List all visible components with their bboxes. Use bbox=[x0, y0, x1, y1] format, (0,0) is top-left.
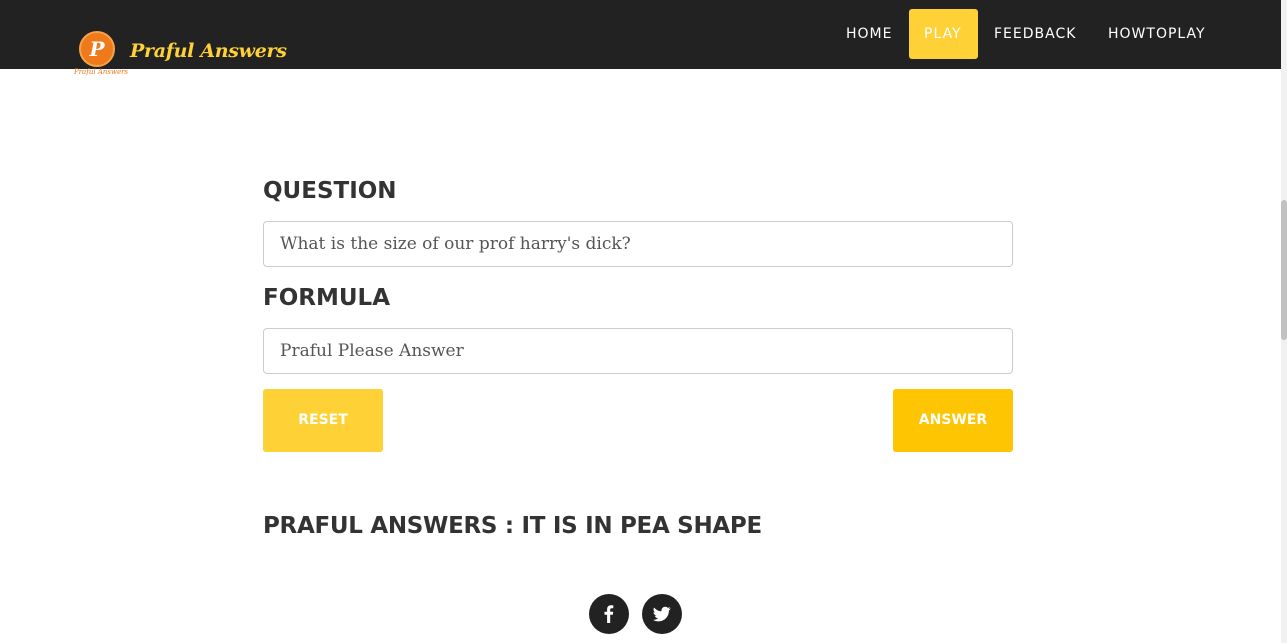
twitter-icon bbox=[653, 606, 671, 622]
question-label: QUESTION bbox=[263, 178, 397, 204]
formula-label: FORMULA bbox=[263, 285, 390, 311]
twitter-button[interactable] bbox=[642, 594, 682, 634]
brand-logo[interactable]: P Praful Answers Praful Answers bbox=[74, 28, 287, 80]
nav-play[interactable]: PLAY bbox=[909, 9, 978, 59]
nav-howtoplay[interactable]: HOWTOPLAY bbox=[1093, 9, 1221, 59]
answer-heading: PRAFUL ANSWERS : IT IS IN PEA SHAPE bbox=[263, 513, 762, 539]
nav-home[interactable]: HOME bbox=[831, 9, 907, 59]
brand-name: Praful Answers bbox=[130, 40, 287, 62]
question-input[interactable]: What is the size of our prof harry's dic… bbox=[263, 221, 1013, 267]
scrollbar-thumb[interactable] bbox=[1281, 200, 1287, 340]
formula-input[interactable]: Praful Please Answer bbox=[263, 328, 1013, 374]
answer-button[interactable]: ANSWER bbox=[893, 389, 1013, 452]
logo-icon: P bbox=[79, 31, 115, 67]
nav-feedback[interactable]: FEEDBACK bbox=[979, 9, 1091, 59]
facebook-icon bbox=[604, 605, 614, 623]
scrollbar[interactable] bbox=[1281, 0, 1287, 643]
facebook-button[interactable] bbox=[589, 594, 629, 634]
logo-subtitle: Praful Answers bbox=[74, 68, 129, 76]
reset-button[interactable]: RESET bbox=[263, 389, 383, 452]
navbar: P Praful Answers Praful Answers HOME PLA… bbox=[0, 0, 1281, 76]
